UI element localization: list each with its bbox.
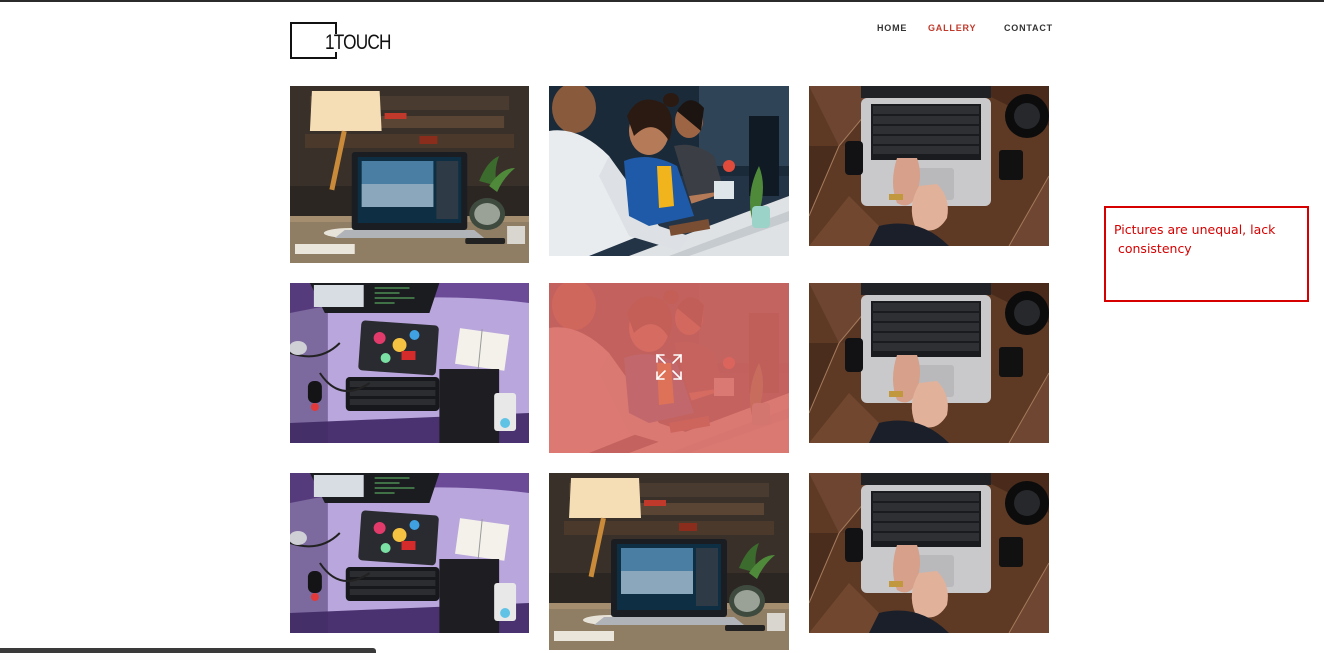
bottom-scrollbar[interactable] [0, 648, 376, 653]
logo-frame-top [290, 22, 337, 24]
nav-contact[interactable]: CONTACT [1004, 22, 1053, 34]
logo-frame-bottom [290, 57, 337, 59]
gallery-photo-3[interactable] [809, 86, 1049, 246]
gallery-photo-9[interactable] [809, 473, 1049, 633]
photo-laptop-typing [809, 86, 1049, 246]
photo-office-team [549, 86, 789, 256]
expand-icon[interactable] [655, 353, 683, 381]
photo-laptop-typing [809, 283, 1049, 443]
nav-gallery[interactable]: GALLERY [928, 22, 976, 34]
photo-purple-desk [290, 283, 529, 443]
logo-text: 1TOUCH [325, 31, 391, 54]
review-annotation: Pictures are unequal, lack consistency [1104, 206, 1309, 302]
gallery-photo-7[interactable] [290, 473, 529, 633]
main-nav: HOME GALLERY CONTACT [860, 22, 1053, 36]
gallery-photo-4[interactable] [290, 283, 529, 443]
gallery-photo-8[interactable] [549, 473, 789, 650]
nav-home[interactable]: HOME [877, 22, 907, 34]
annotation-text: Pictures are unequal, lack consistency [1114, 222, 1276, 256]
gallery-photo-2[interactable] [549, 86, 789, 256]
photo-laptop-desk-lamp [549, 473, 789, 650]
gallery-photo-6[interactable] [809, 283, 1049, 443]
gallery-photo-1[interactable] [290, 86, 529, 263]
photo-laptop-desk-lamp [290, 86, 529, 263]
logo-frame-left [290, 22, 292, 59]
brand-logo[interactable]: 1TOUCH [290, 22, 391, 59]
gallery-photo-5-hover[interactable] [549, 283, 789, 453]
top-rule [0, 0, 1324, 2]
photo-laptop-typing [809, 473, 1049, 633]
photo-purple-desk [290, 473, 529, 633]
gallery-page: 1TOUCH HOME GALLERY CONTACT Pictures are… [0, 0, 1324, 653]
